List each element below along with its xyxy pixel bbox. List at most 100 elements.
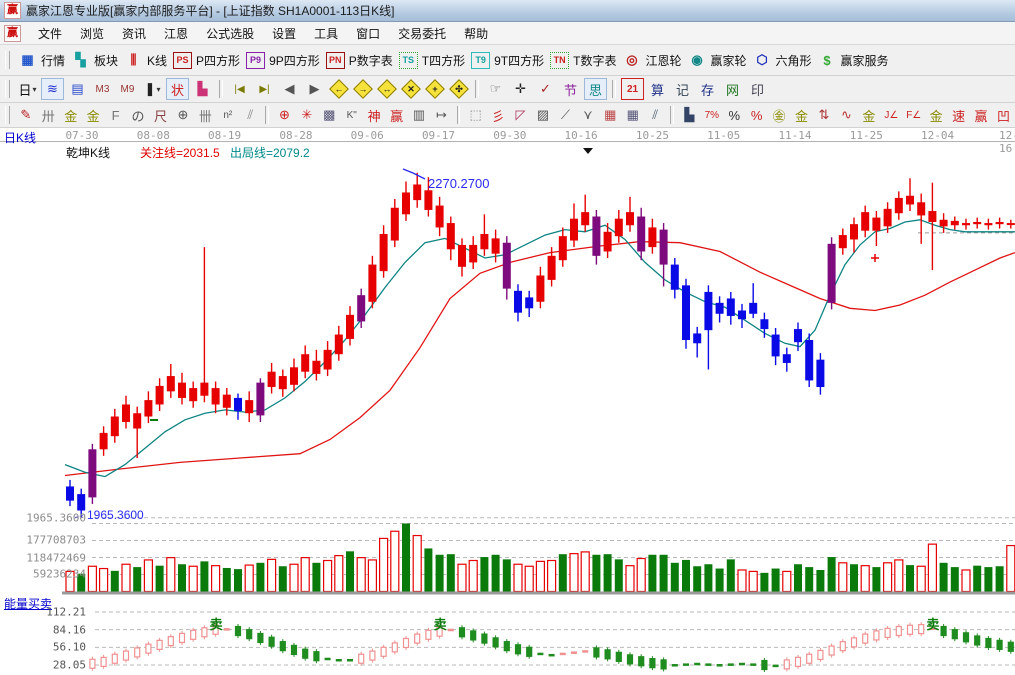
spider-web-tool[interactable]: ▩ <box>319 104 339 126</box>
j-angle-tool[interactable]: J∠ <box>881 104 901 126</box>
menu-item-6[interactable]: 设置 <box>263 24 305 44</box>
segment-check-tool[interactable]: ✓ <box>534 78 557 100</box>
print-button[interactable]: 印 <box>746 78 769 100</box>
info-note-icon[interactable]: ▤ <box>66 78 89 100</box>
percent7-tool[interactable]: 7% <box>702 104 722 126</box>
menu-item-1[interactable]: 文件 <box>29 24 71 44</box>
k-quote-tool[interactable]: K" <box>342 104 362 126</box>
menu-item-4[interactable]: 江恩 <box>155 24 197 44</box>
notes-button[interactable]: 记 <box>671 78 694 100</box>
percent-line-tool[interactable]: % <box>746 104 766 126</box>
cycle-circle-tool[interactable]: ⊕ <box>173 104 193 126</box>
center-diamond-button[interactable]: ✣ <box>448 78 470 100</box>
gann-node-tool[interactable]: 节 <box>559 78 582 100</box>
shift-left-diamond-button[interactable]: ← <box>328 78 350 100</box>
f-line-tool[interactable]: F <box>105 104 125 126</box>
gold-circle-tool[interactable]: ㊎ <box>769 104 789 126</box>
gold-angle-tool[interactable]: 金 <box>926 104 946 126</box>
crosshair-tool[interactable]: ✛ <box>509 78 532 100</box>
dark-grid-tool[interactable]: ▦ <box>623 104 643 126</box>
menu-item-3[interactable]: 资讯 <box>113 24 155 44</box>
price-ladder-tool[interactable]: ▥ <box>409 104 429 126</box>
wave-3-icon[interactable]: M3 <box>91 78 114 100</box>
quad-box-tool[interactable]: 凹 <box>993 104 1013 126</box>
gann-frame-icon[interactable]: 状 <box>166 78 189 100</box>
title-bar[interactable]: 赢 赢家江恩专业版[赢家内部服务平台] - [上证指数 SH1A0001-113… <box>0 0 1015 22</box>
winner-wheel-icon: ◉ <box>687 51 706 70</box>
percent-tool[interactable]: % <box>724 104 744 126</box>
time-grid-tool[interactable]: 卅 <box>38 104 58 126</box>
candle-style-selector[interactable]: ❚▾ <box>141 78 164 100</box>
angle-ruler-tool[interactable]: ⫽ <box>240 104 260 126</box>
zigzag-chart-icon[interactable]: ≋ <box>41 78 64 100</box>
t-number-table-button[interactable]: TNT数字表 <box>550 52 616 69</box>
gann-brain-tool[interactable]: 思 <box>584 78 607 100</box>
kline-button[interactable]: ⫼K线 <box>124 51 167 70</box>
ying-angle-tool[interactable]: 赢 <box>971 104 991 126</box>
expand-horizontal-diamond-button[interactable]: ↔ <box>376 78 398 100</box>
cross-diamond-button[interactable]: + <box>424 78 446 100</box>
first-bar-button[interactable]: |◀ <box>228 78 251 100</box>
gold-band-tool[interactable]: 金 <box>859 104 879 126</box>
stats-column-tool[interactable]: ▙ <box>679 104 699 126</box>
v-shape-tool[interactable]: ⋎ <box>578 104 598 126</box>
chart-area[interactable]: 07-3008-0808-1908-2809-0609-1709-3010-16… <box>0 128 1015 675</box>
red-grid-tool[interactable]: ▦ <box>600 104 620 126</box>
menu-item-2[interactable]: 浏览 <box>71 24 113 44</box>
indicator-mark <box>415 634 420 643</box>
t-square-button[interactable]: TST四方形 <box>399 52 465 69</box>
fan-box-tool[interactable]: ◸ <box>510 104 530 126</box>
n2-cycle-tool[interactable]: n² <box>218 104 238 126</box>
p-number-table-button[interactable]: PNP数字表 <box>326 52 393 69</box>
calculator-button[interactable]: 算 <box>646 78 669 100</box>
rect-box-tool[interactable]: ⬚ <box>465 104 485 126</box>
winner-service-button[interactable]: $赢家服务 <box>818 51 889 70</box>
star-ray-tool[interactable]: ✳ <box>297 104 317 126</box>
nine-t-square-button[interactable]: T99T四方形 <box>471 52 544 69</box>
gold-line-tool[interactable]: 金 <box>791 104 811 126</box>
gann-circle-cross-tool[interactable]: ⊕ <box>274 104 294 126</box>
prev-bar-button[interactable]: ◀ <box>278 78 301 100</box>
pencil-tool[interactable]: ✎ <box>16 104 36 126</box>
menu-item-9[interactable]: 交易委托 <box>389 24 455 44</box>
calendar-21-button[interactable]: 21 <box>621 78 644 100</box>
winner-wheel-button[interactable]: ◉赢家轮 <box>687 51 746 70</box>
trend-lines-tool[interactable]: ⟋ <box>555 104 575 126</box>
sectors-button[interactable]: ▚板块 <box>71 51 118 70</box>
andrews-wave-tool[interactable]: ∿ <box>836 104 856 126</box>
shaded-box-tool[interactable]: ▨ <box>533 104 553 126</box>
menu-item-8[interactable]: 窗口 <box>347 24 389 44</box>
gann-fan-tool[interactable]: 彡 <box>488 104 508 126</box>
gann-wheel-button[interactable]: ◎江恩轮 <box>622 51 681 70</box>
bar-count-tool[interactable]: 卌 <box>195 104 215 126</box>
time-span-tool[interactable]: ↦ <box>431 104 451 126</box>
speed-angle-tool[interactable]: 速 <box>948 104 968 126</box>
network-button[interactable]: 网 <box>721 78 744 100</box>
updown-arrow-tool[interactable]: ⇅ <box>814 104 834 126</box>
price-plot[interactable] <box>0 128 1015 675</box>
parallel-lines-tool[interactable]: ⫽ <box>645 104 665 126</box>
period-day-selector[interactable]: 日▾ <box>16 78 39 100</box>
menu-item-5[interactable]: 公式选股 <box>197 24 263 44</box>
hexagon-button[interactable]: ⬡六角形 <box>753 51 812 70</box>
last-bar-button[interactable]: ▶| <box>253 78 276 100</box>
nine-p-square-button[interactable]: P99P四方形 <box>246 52 320 69</box>
hand-drag-tool[interactable]: ☞ <box>484 78 507 100</box>
p-square-button[interactable]: PSP四方形 <box>173 52 240 69</box>
spiral-tool[interactable]: の <box>128 104 148 126</box>
shen-gann-tool[interactable]: 神 <box>364 104 384 126</box>
f-angle-tool[interactable]: F∠ <box>904 104 924 126</box>
shift-right-diamond-button[interactable]: → <box>352 78 374 100</box>
compress-diamond-button[interactable]: ✕ <box>400 78 422 100</box>
measure-tool[interactable]: 尺 <box>150 104 170 126</box>
gold-price-tool[interactable]: 金 <box>83 104 103 126</box>
quotes-table-button[interactable]: ▦行情 <box>18 51 65 70</box>
menu-item-7[interactable]: 工具 <box>305 24 347 44</box>
ying-gann-tool[interactable]: 赢 <box>386 104 406 126</box>
save-button[interactable]: 存 <box>696 78 719 100</box>
menu-item-10[interactable]: 帮助 <box>455 24 497 44</box>
volume-style-icon[interactable]: ▙ <box>191 78 214 100</box>
next-bar-button[interactable]: ▶ <box>303 78 326 100</box>
wave-9-icon[interactable]: M9 <box>116 78 139 100</box>
gold-section-tool[interactable]: 金 <box>61 104 81 126</box>
